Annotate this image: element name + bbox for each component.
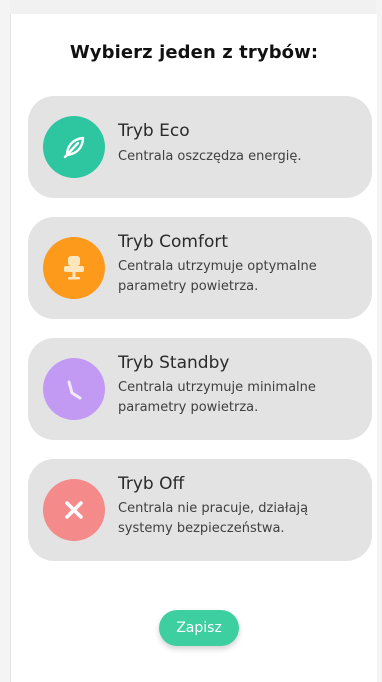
armchair-icon <box>43 237 105 299</box>
mode-option-off[interactable]: Tryb Off Centrala nie pracuje, działają … <box>28 459 372 561</box>
mode-description-comfort: Centrala utrzymuje optymalne parametry p… <box>118 259 317 294</box>
mode-title-comfort: Tryb Comfort <box>118 232 229 252</box>
leaf-icon <box>43 116 105 178</box>
mode-option-eco[interactable]: Tryb Eco Centrala oszczędza energię. <box>28 96 372 198</box>
mode-description-standby: Centrala utrzymuje minimalne parametry p… <box>118 380 316 415</box>
mode-title-eco: Tryb Eco <box>118 121 190 141</box>
mode-option-standby[interactable]: Tryb Standby Centrala utrzymuje minimaln… <box>28 338 372 440</box>
window-top-edge <box>0 0 382 14</box>
mode-selection-dialog: Wybierz jeden z trybów: Tryb Eco Central… <box>10 14 377 682</box>
save-button[interactable]: Zapisz <box>159 610 239 646</box>
dialog-title: Wybierz jeden z trybów: <box>69 42 319 63</box>
mode-title-off: Tryb Off <box>118 474 185 494</box>
mode-title-standby: Tryb Standby <box>118 353 230 373</box>
clock-icon <box>43 358 105 420</box>
window-left-edge <box>0 0 10 682</box>
close-icon <box>43 479 105 541</box>
mode-option-comfort[interactable]: Tryb Comfort Centrala utrzymuje optymaln… <box>28 217 372 319</box>
mode-description-eco: Centrala oszczędza energię. <box>118 149 302 164</box>
mode-description-off: Centrala nie pracuje, działają systemy b… <box>118 501 309 536</box>
